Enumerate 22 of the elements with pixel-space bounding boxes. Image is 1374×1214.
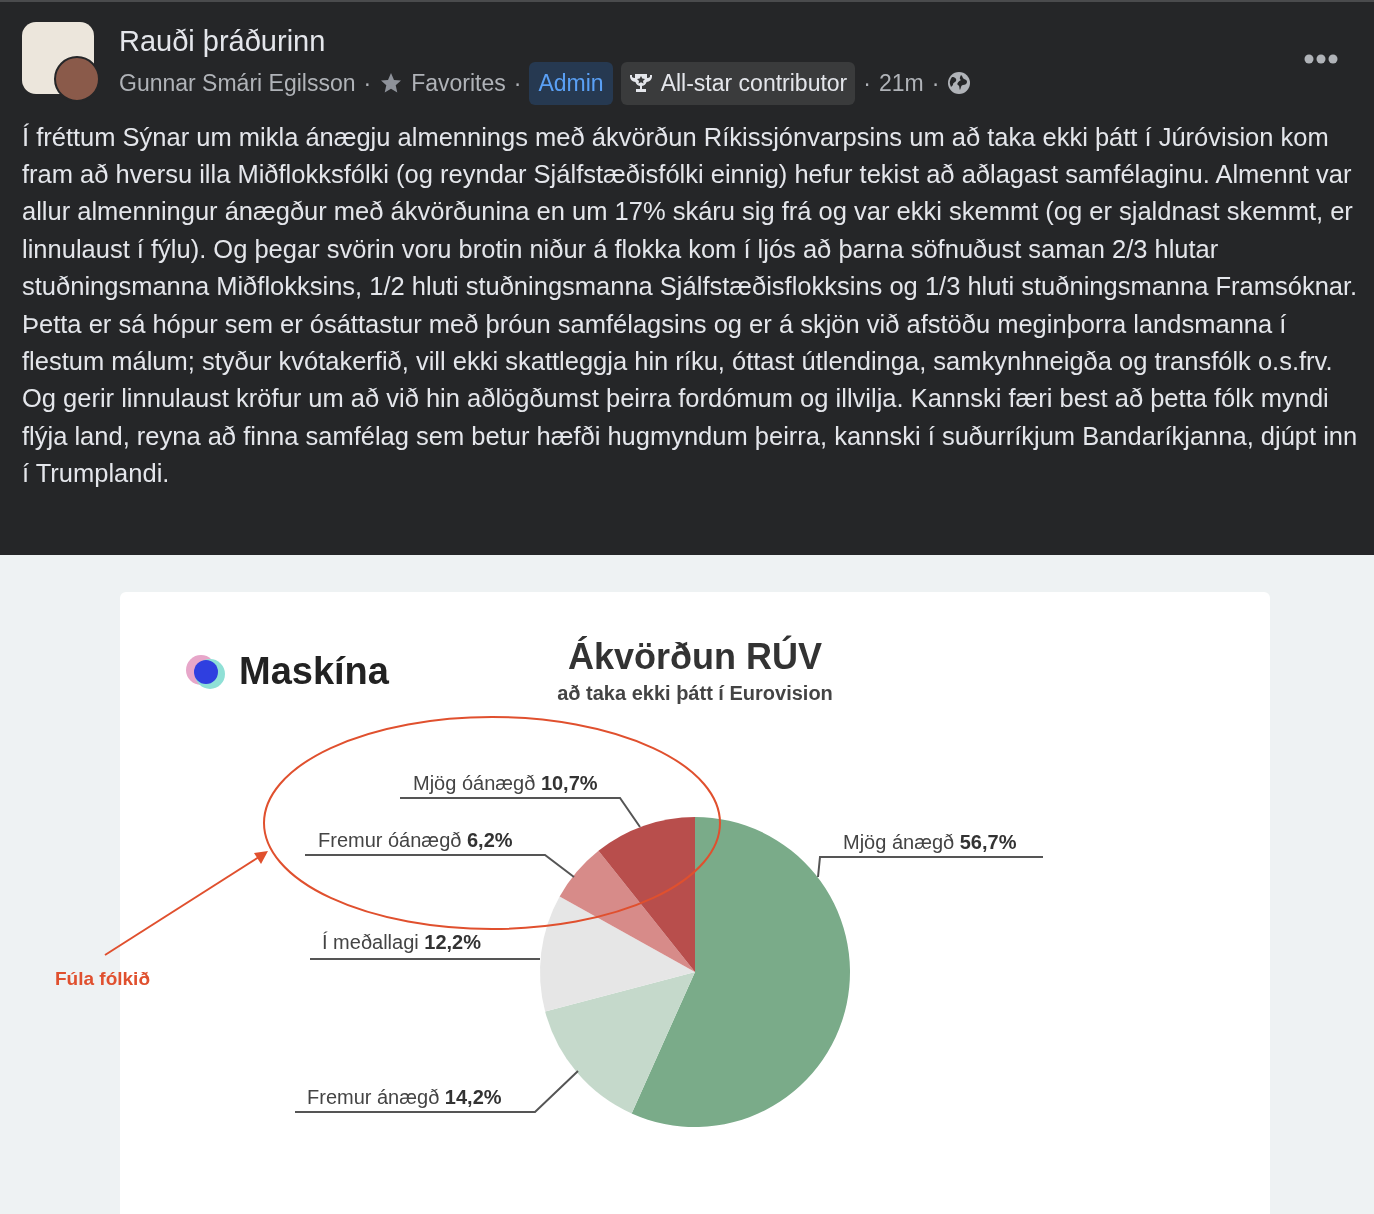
post-time[interactable]: 21m (878, 66, 924, 101)
globe-icon[interactable] (947, 71, 972, 96)
separator-dot: · (863, 69, 871, 98)
contributor-badge: All-star contributor (620, 62, 856, 105)
more-options-icon[interactable] (1304, 54, 1338, 64)
chart-title: Ákvörðun RÚV (567, 634, 823, 679)
slice-label: Mjög óánægð 10,7% (413, 771, 598, 796)
post-text: Í fréttum Sýnar um mikla ánægju almennings með ákvörðun Ríkissjónvarpsins um að taka ekki þátt í Júróvision kom fram að hversu illa Miðflokksfólki (og reyndar Sjálfstæðisfólki einnig) hefur tekist að aðlagast samfélaginu. Almennt var allur almenningur ánægður með ákvörðunina en um 17% skáru sig frá og var ekki skemmt (og er sjaldnast skemmt, er linnulaust í fýlu). Og þegar svörin voru brotin niður á flokka kom í ljós að þarna söfnuðust saman 2/3 hlutar stuðningsmanna Miðflokksins, 1/2 hluti stuðningsmanna Sjálfstæðisflokksins og 1/3 hluti stuðningsmanna Framsóknar. Þetta er sá hópur sem er ósáttastur með þróun samfélagsins og er á skjön við afstöðu meginþorra landsmanna í flestum málum; styður kvótakerfið, vill ekki skattleggja hin ríku, óttast útlendinga, samkynhneigða og transfólk o.s.frv. Og gerir linnulaust kröfur um að við hin aðlögðumst þeirra fordómum og illvilja. Kannski færi best að þetta fólk myndi flýja land, reyna að finna samfélag sem betur hæfði hugmyndum þeirra, kannski í suðurríkjum Bandaríkjanna, djúpt inn í Trumplandi. (22, 121, 1359, 490)
admin-badge: Admin (529, 62, 613, 105)
slice-label: Fremur óánægð 6,2% (318, 828, 513, 853)
author-name[interactable]: Gunnar Smári Egilsson (119, 66, 356, 101)
group-name[interactable]: Rauði þráðurinn (119, 22, 1304, 60)
slice-label: Mjög ánægð 56,7% (843, 830, 1017, 855)
annotation-label: Fúla fólkið (55, 967, 150, 991)
separator-dot: · (931, 69, 940, 98)
chart-subtitle: að taka ekki þátt í Eurovision (556, 681, 834, 706)
separator-dot: · (513, 69, 522, 98)
slice-label: Í meðallagi 12,2% (322, 930, 481, 955)
logo-text: Maskína (239, 649, 389, 694)
favorites-label[interactable]: Favorites (411, 66, 506, 101)
separator-dot: · (363, 69, 372, 98)
slice-label: Fremur ánægð 14,2% (307, 1085, 502, 1110)
